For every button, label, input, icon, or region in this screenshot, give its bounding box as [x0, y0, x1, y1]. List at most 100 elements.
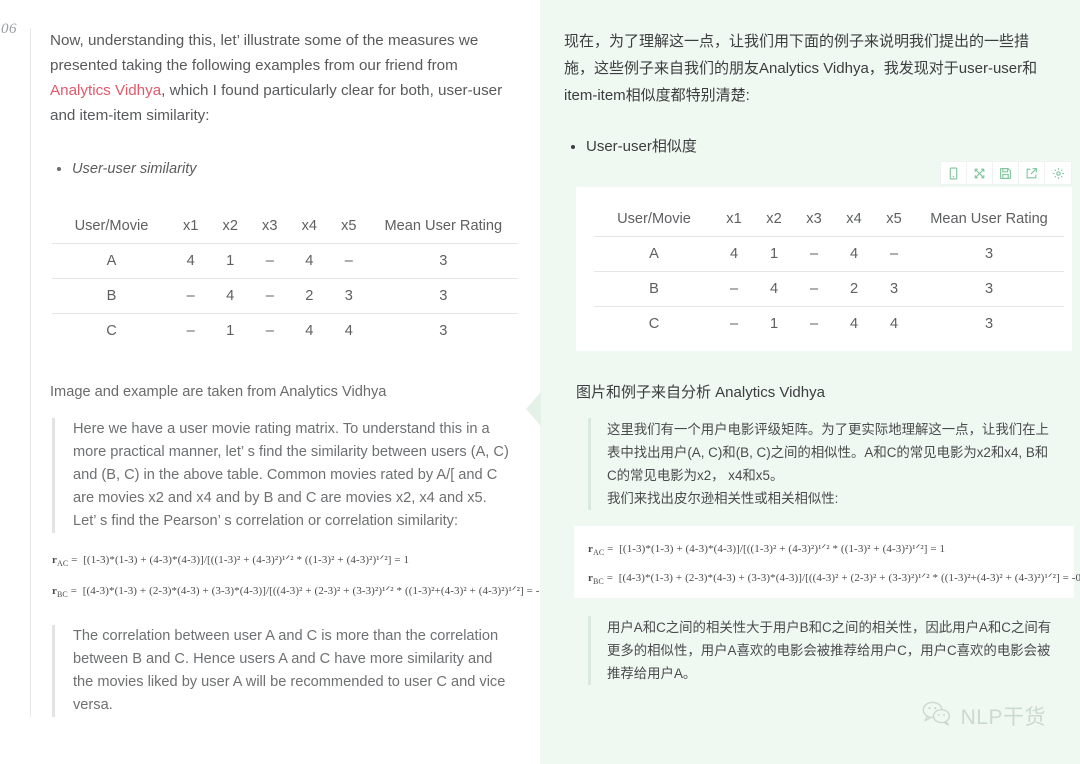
list-item: User-user similarity [72, 158, 514, 180]
left-panel-english: 06 Now, understanding this, let’ illustr… [0, 0, 565, 764]
table-cell: 3 [984, 281, 994, 297]
table-header-cell: User/Movie [617, 211, 691, 227]
formula-r-bc-en: rBC = [(4-3)*(1-3) + (2-3)*(4-3) + (3-3)… [52, 585, 565, 600]
formula-r-ac-en: rAC = [(1-3)*(1-3) + (4-3)*(4-3)]/[((1-3… [52, 554, 410, 569]
table-header-cell: Mean User Rating [384, 218, 503, 234]
formula-body: [(4-3)*(1-3) + (2-3)*(4-3) + (3-3)*(4-3)… [82, 585, 565, 598]
expand-icon[interactable] [967, 162, 993, 184]
table-cell: 3 [344, 288, 353, 304]
explanation-quote-text-zh: 这里我们有一个用户电影评级矩阵。为了更实际地理解这一点，让我们在上表中找出用户(… [607, 422, 1049, 483]
rating-matrix-table-en: User/Movie x1 x2 x3 x4 x5 Mean User Rati… [52, 212, 518, 348]
table-cell: 1 [769, 316, 779, 332]
formula-card-zh: rAC = [(1-3)*(1-3) + (4-3)*(4-3)]/[((1-3… [574, 526, 1080, 599]
document-page: 06 Now, understanding this, let’ illustr… [0, 0, 1080, 764]
formula-subscript: BC [592, 577, 604, 587]
table-header-cell: x1 [182, 218, 199, 234]
table-cell: – [344, 253, 353, 269]
table-row: B – 4 – 2 3 3 [594, 271, 1064, 307]
table-header-cell: x2 [222, 218, 238, 234]
rating-matrix-table-zh: User/Movie x1 x2 x3 x4 x5 Mean User Rati… [594, 205, 1064, 341]
table-row: C – 1 – 4 4 3 [52, 313, 518, 349]
table-toolbar[interactable] [940, 161, 1072, 185]
table-header-cell: x5 [886, 211, 902, 227]
share-icon[interactable] [1019, 162, 1045, 184]
bullet-label-en: User-user similarity [72, 161, 197, 177]
table-header-cell: x5 [341, 218, 357, 234]
table-cell: C [648, 316, 660, 332]
user-user-bullet-list-zh: User-user相似度 [564, 135, 1054, 159]
table-cell: – [265, 253, 274, 269]
table-cell: B [106, 288, 117, 304]
table-cell: – [809, 281, 819, 297]
table-cell: A [106, 253, 117, 269]
table-cell: 2 [849, 281, 859, 297]
gear-icon[interactable] [1045, 162, 1071, 184]
formula-body: [(1-3)*(1-3) + (4-3)*(4-3)]/[((1-3)² + (… [83, 554, 410, 566]
table-cell: 4 [889, 316, 899, 332]
table-cell: 3 [984, 316, 994, 332]
left-vertical-rule [30, 28, 31, 718]
table-cell: – [265, 323, 274, 339]
bullet-label-zh: User-user相似度 [586, 138, 697, 155]
table-cell: – [186, 288, 195, 304]
intro-paragraph-zh: 现在，为了理解这一点，让我们用下面的例子来说明我们提出的一些措施，这些例子来自我… [564, 33, 1038, 104]
wechat-icon [922, 701, 952, 731]
mobile-preview-icon[interactable] [941, 162, 967, 184]
save-icon[interactable] [993, 162, 1019, 184]
table-cell: 3 [439, 323, 448, 339]
table-cell: 4 [226, 288, 235, 304]
table-cell: – [809, 316, 819, 332]
formula-subscript: BC [56, 590, 68, 600]
formula-subscript: AC [56, 559, 69, 569]
table-row: B – 4 – 2 3 3 [52, 278, 518, 314]
explanation-quote-text: Here we have a user movie rating matrix.… [73, 421, 509, 506]
table-cell: 1 [226, 253, 235, 269]
formula-r-ac-zh: rAC = [(1-3)*(1-3) + (4-3)*(4-3)]/[((1-3… [588, 543, 946, 558]
table-header-cell: x4 [301, 218, 317, 234]
table-row: A 4 1 – 4 – 3 [52, 243, 518, 279]
intro-text-before: Now, understanding this, let’ illustrate… [50, 32, 479, 74]
watermark-label: NLP干货 [960, 706, 1046, 729]
table-cell: 4 [186, 253, 195, 269]
table-header-cell: x3 [262, 218, 278, 234]
analytics-vidhya-link[interactable]: Analytics Vidhya [50, 82, 161, 99]
table-row: C – 1 – 4 4 3 [594, 306, 1064, 342]
formula-r-bc-zh: rBC = [(4-3)*(1-3) + (2-3)*(4-3) + (3-3)… [588, 571, 1080, 587]
left-content: Now, understanding this, let’ illustrate… [24, 28, 565, 718]
page-number-marker: 06 [1, 21, 17, 37]
table-cell: – [186, 323, 195, 339]
table-header-cell: x3 [806, 211, 822, 227]
explanation-quote-text-line2: Let’ s find the Pearson’ s correlation o… [73, 513, 459, 529]
formula-body: [(4-3)*(1-3) + (2-3)*(4-3) + (3-3)*(4-3)… [618, 572, 1080, 585]
explanation-quote-text-zh-line2: 我们来找出皮尔逊相关性或相关相似性: [607, 491, 839, 506]
table-cell: C [106, 323, 117, 339]
table-header-cell: x2 [766, 211, 782, 227]
conclusion-text-zh: 用户A和C之间的相关性大于用户B和C之间的相关性，因此用户A和C之间有更多的相似… [607, 620, 1052, 682]
table-cell: B [649, 281, 659, 297]
conclusion-quote-zh: 用户A和C之间的相关性大于用户B和C之间的相关性，因此用户A和C之间有更多的相似… [588, 616, 1054, 686]
table-cell: – [265, 288, 274, 304]
list-item: User-user相似度 [586, 135, 1054, 159]
table-cell: 4 [769, 281, 779, 297]
table-cell: – [729, 316, 739, 332]
table-cell: 3 [439, 253, 448, 269]
table-cell: 4 [305, 253, 314, 269]
table-header-row: User/Movie x1 x2 x3 x4 x5 Mean User Rati… [594, 205, 1064, 237]
table-cell: – [809, 246, 819, 262]
table-header-cell: x4 [846, 211, 862, 227]
panel-pointer-notch [526, 392, 541, 426]
table-cell: 4 [344, 323, 353, 339]
formula-body: [(1-3)*(1-3) + (4-3)*(4-3)]/[((1-3)² + (… [619, 543, 946, 555]
table-cell: 4 [729, 246, 739, 262]
explanation-quote-zh: 这里我们有一个用户电影评级矩阵。为了更实际地理解这一点，让我们在上表中找出用户(… [588, 418, 1054, 510]
right-panel-chinese: 现在，为了理解这一点，让我们用下面的例子来说明我们提出的一些措施，这些例子来自我… [526, 0, 1080, 764]
table-cell: 3 [889, 281, 899, 297]
table-cell: 4 [305, 323, 314, 339]
table-header-cell: x1 [726, 211, 742, 227]
table-header-cell: User/Movie [74, 218, 149, 234]
formula-subscript: AC [592, 548, 605, 558]
table-cell: – [889, 246, 899, 262]
table-cell: 4 [849, 246, 859, 262]
table-header-row: User/Movie x1 x2 x3 x4 x5 Mean User Rati… [52, 212, 518, 244]
table-header-cell: Mean User Rating [930, 211, 1048, 227]
